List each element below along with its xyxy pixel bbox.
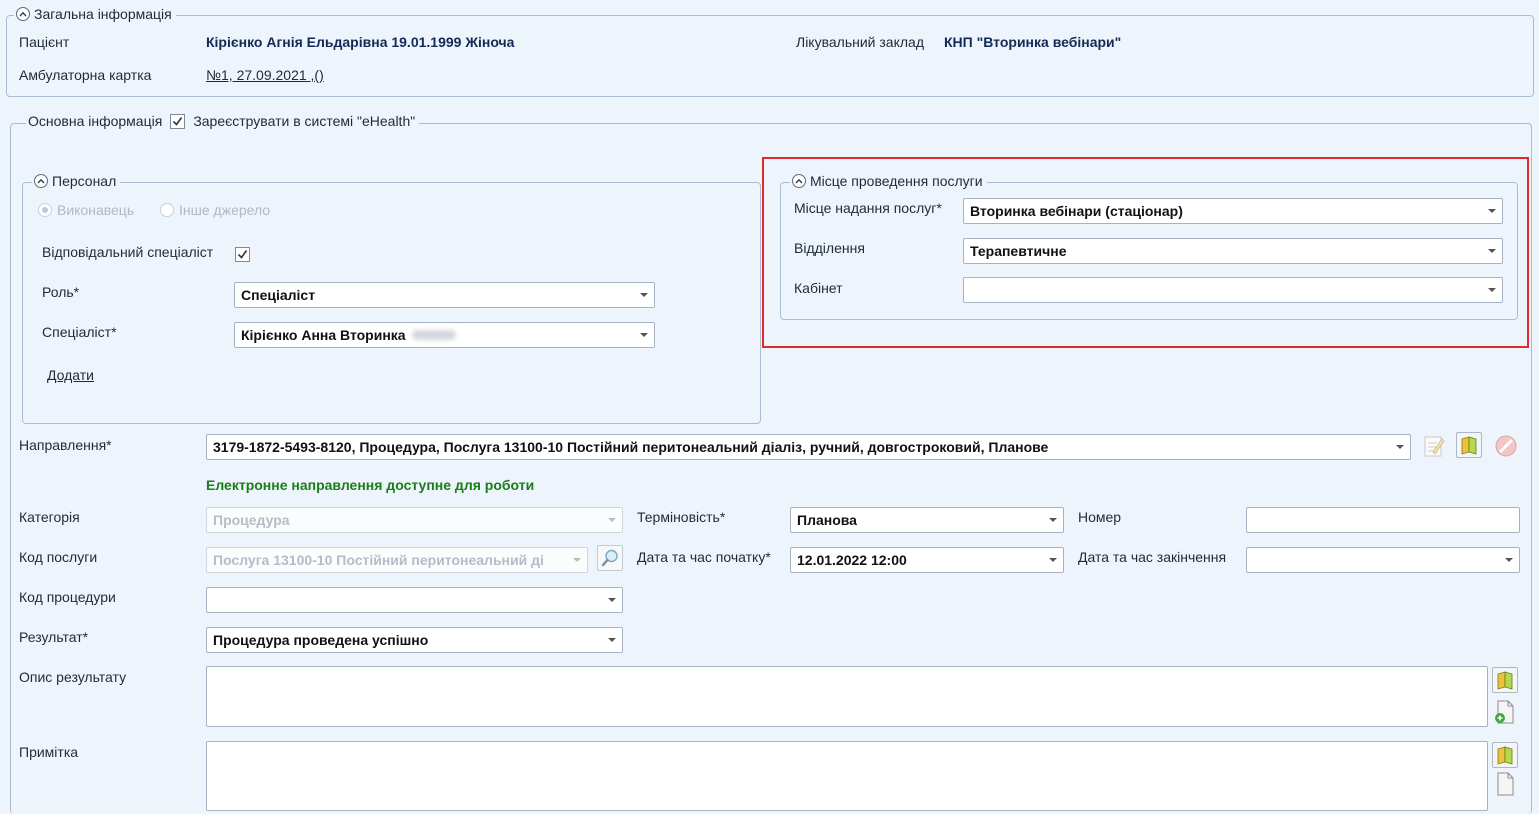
location-title: Місце проведення послуги bbox=[810, 173, 983, 189]
category-label: Категорія bbox=[19, 509, 80, 525]
procedure-code-select[interactable] bbox=[206, 587, 623, 613]
main-info-legend: Основна інформація Зареєструвати в систе… bbox=[26, 113, 420, 129]
location-legend[interactable]: Місце проведення послуги bbox=[790, 173, 987, 189]
procedure-code-label: Код процедури bbox=[19, 589, 116, 605]
facility-label: Лікувальний заклад bbox=[796, 34, 924, 50]
responsible-checkbox[interactable] bbox=[235, 247, 250, 262]
number-label: Номер bbox=[1078, 509, 1122, 525]
card-label: Амбулаторна картка bbox=[19, 67, 152, 83]
result-desc-label: Опис результату bbox=[19, 669, 127, 685]
chevron-down-icon[interactable] bbox=[1488, 288, 1496, 292]
result-label: Результат* bbox=[19, 629, 89, 645]
chevron-down-icon[interactable] bbox=[608, 638, 616, 642]
cabinet-select[interactable] bbox=[963, 277, 1503, 303]
role-value: Спеціаліст bbox=[241, 287, 316, 303]
note-textarea[interactable] bbox=[206, 741, 1488, 811]
search-icon[interactable] bbox=[597, 545, 623, 571]
place-label: Місце надання послуг* bbox=[794, 200, 942, 216]
responsible-label: Відповідальний спеціаліст bbox=[42, 244, 214, 260]
specialist-value: Кірієнко Анна Вторинка bbox=[241, 327, 406, 343]
role-select[interactable]: Спеціаліст bbox=[234, 282, 655, 308]
chevron-down-icon[interactable] bbox=[1049, 518, 1057, 522]
blurred-text bbox=[411, 330, 456, 340]
ehealth-label: Зареєструвати в системі "eHealth" bbox=[193, 113, 416, 129]
chevron-down-icon[interactable] bbox=[608, 598, 616, 602]
end-label: Дата та час закінчення bbox=[1078, 549, 1227, 565]
specialist-label: Спеціаліст* bbox=[42, 324, 117, 340]
chevron-down-icon[interactable] bbox=[640, 293, 648, 297]
start-datetime-select[interactable]: 12.01.2022 12:00 bbox=[790, 547, 1064, 573]
radio-other-label: Інше джерело bbox=[179, 202, 271, 218]
radio-executor[interactable]: Виконавець bbox=[38, 202, 134, 218]
result-desc-textarea[interactable] bbox=[206, 666, 1488, 727]
end-datetime-select[interactable] bbox=[1246, 547, 1520, 573]
chevron-down-icon[interactable] bbox=[1396, 445, 1404, 449]
start-label: Дата та час початку* bbox=[637, 549, 771, 565]
role-label: Роль* bbox=[42, 284, 80, 300]
urgency-select[interactable]: Планова bbox=[790, 507, 1064, 533]
collapse-icon[interactable] bbox=[16, 7, 30, 21]
department-label: Відділення bbox=[794, 240, 865, 256]
referral-value: 3179-1872-5493-8120, Процедура, Послуга … bbox=[213, 439, 1049, 455]
general-info-group bbox=[6, 15, 1534, 97]
cabinet-label: Кабінет bbox=[794, 280, 843, 296]
book-icon[interactable] bbox=[1456, 432, 1482, 458]
add-document-icon[interactable] bbox=[1492, 699, 1518, 725]
ehealth-checkbox[interactable] bbox=[170, 113, 186, 129]
category-value: Процедура bbox=[213, 512, 290, 528]
urgency-label: Терміновість* bbox=[637, 509, 726, 525]
radio-executor-label: Виконавець bbox=[57, 202, 135, 218]
chevron-down-icon[interactable] bbox=[608, 518, 616, 522]
place-select[interactable]: Вторинка вебінари (стаціонар) bbox=[963, 198, 1503, 224]
service-code-label: Код послуги bbox=[19, 549, 98, 565]
book-icon[interactable] bbox=[1492, 742, 1518, 768]
radio-button[interactable] bbox=[160, 203, 174, 217]
chevron-down-icon[interactable] bbox=[1049, 558, 1057, 562]
personnel-legend[interactable]: Персонал bbox=[32, 173, 121, 189]
radio-button[interactable] bbox=[38, 203, 52, 217]
note-label: Примітка bbox=[19, 744, 79, 760]
service-code-value: Послуга 13100-10 Постійний перитонеальни… bbox=[213, 552, 544, 568]
number-input[interactable] bbox=[1246, 507, 1520, 533]
add-document-icon[interactable] bbox=[1492, 772, 1518, 796]
edit-document-icon[interactable] bbox=[1421, 433, 1447, 459]
patient-value: Кірієнко Агнія Ельдарівна 19.01.1999 Жін… bbox=[206, 34, 515, 50]
start-value: 12.01.2022 12:00 bbox=[797, 552, 907, 568]
referral-status: Електронне направлення доступне для робо… bbox=[206, 477, 535, 493]
result-value: Процедура проведена успішно bbox=[213, 632, 429, 648]
add-specialist-link[interactable]: Додати bbox=[47, 367, 94, 383]
department-value: Терапевтичне bbox=[970, 243, 1067, 259]
chevron-down-icon[interactable] bbox=[1505, 558, 1513, 562]
general-info-legend[interactable]: Загальна інформація bbox=[14, 6, 176, 22]
book-icon[interactable] bbox=[1492, 667, 1518, 693]
referral-label: Направлення* bbox=[19, 437, 112, 453]
personnel-title: Персонал bbox=[52, 173, 117, 189]
place-value: Вторинка вебінари (стаціонар) bbox=[970, 203, 1183, 219]
result-select[interactable]: Процедура проведена успішно bbox=[206, 627, 623, 653]
chevron-down-icon[interactable] bbox=[1488, 209, 1496, 213]
radio-other-source[interactable]: Інше джерело bbox=[160, 202, 270, 218]
chevron-down-icon[interactable] bbox=[640, 333, 648, 337]
card-link[interactable]: №1, 27.09.2021 ,() bbox=[206, 67, 324, 83]
main-info-title: Основна інформація bbox=[28, 113, 163, 129]
chevron-down-icon[interactable] bbox=[573, 558, 581, 562]
collapse-icon[interactable] bbox=[34, 174, 48, 188]
patient-label: Пацієнт bbox=[19, 34, 70, 50]
category-select[interactable]: Процедура bbox=[206, 507, 623, 533]
general-info-title: Загальна інформація bbox=[34, 6, 172, 22]
urgency-value: Планова bbox=[797, 512, 857, 528]
collapse-icon[interactable] bbox=[792, 174, 806, 188]
cancel-icon[interactable] bbox=[1493, 433, 1519, 459]
facility-value: КНП "Вторинка вебінари" bbox=[944, 34, 1122, 50]
chevron-down-icon[interactable] bbox=[1488, 249, 1496, 253]
department-select[interactable]: Терапевтичне bbox=[963, 238, 1503, 264]
service-code-select[interactable]: Послуга 13100-10 Постійний перитонеальни… bbox=[206, 547, 588, 573]
specialist-select[interactable]: Кірієнко Анна Вторинка bbox=[234, 322, 655, 348]
referral-select[interactable]: 3179-1872-5493-8120, Процедура, Послуга … bbox=[206, 434, 1411, 460]
